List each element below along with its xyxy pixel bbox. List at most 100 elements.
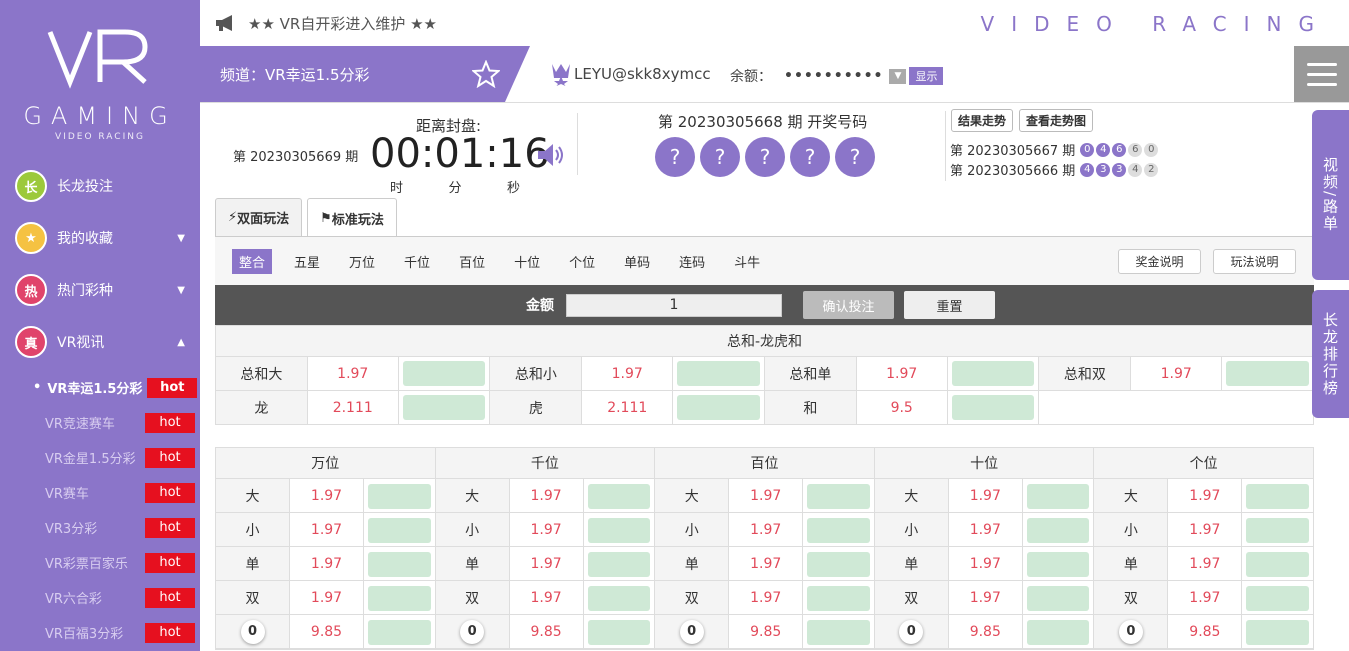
bet-input-cell[interactable] — [364, 479, 435, 512]
game-item[interactable]: VR3分彩 hot — [0, 510, 200, 545]
bet-input[interactable] — [951, 361, 1035, 386]
tab-double-side[interactable]: ⚡ 双面玩法 — [215, 198, 303, 236]
bet-input-cell[interactable] — [584, 479, 655, 512]
result-trend-button[interactable]: 结果走势 — [951, 109, 1014, 132]
bet-input[interactable] — [1026, 620, 1090, 645]
bet-input-cell[interactable] — [364, 581, 435, 614]
favorite-star-icon[interactable] — [472, 60, 500, 88]
bet-input[interactable] — [1246, 552, 1309, 577]
rules-button[interactable]: 玩法说明 — [1213, 249, 1296, 274]
subtab[interactable]: 万位 — [342, 249, 382, 274]
hamburger-menu-icon[interactable] — [1294, 46, 1349, 102]
bet-input-cell[interactable] — [1023, 479, 1094, 512]
bet-input-cell[interactable] — [1242, 581, 1313, 614]
menu-vr-video[interactable]: 真 VR视讯 ▲ — [0, 316, 200, 368]
bet-input-cell[interactable] — [584, 581, 655, 614]
bet-input-cell[interactable] — [1023, 581, 1094, 614]
bet-input-cell[interactable] — [803, 479, 874, 512]
bet-input-cell[interactable] — [1242, 547, 1313, 580]
bet-input-cell[interactable] — [364, 513, 435, 546]
game-item[interactable]: VR竞速赛车 hot — [0, 405, 200, 440]
bet-input[interactable] — [1026, 552, 1090, 577]
bet-input-cell[interactable] — [803, 615, 874, 648]
long-ranking-tab[interactable]: 长龙排行榜 — [1312, 290, 1349, 418]
bet-input-cell[interactable] — [364, 547, 435, 580]
bet-input-cell[interactable] — [1242, 513, 1313, 546]
bet-input[interactable] — [951, 395, 1035, 420]
bet-input[interactable] — [402, 361, 486, 386]
subtab[interactable]: 百位 — [452, 249, 492, 274]
bet-input[interactable] — [807, 552, 870, 577]
bet-input-cell[interactable] — [584, 547, 655, 580]
bet-input-cell[interactable] — [1242, 479, 1313, 512]
bet-input-cell[interactable] — [397, 390, 491, 425]
bet-input[interactable] — [368, 518, 431, 543]
bet-input[interactable] — [587, 586, 651, 611]
bet-input-cell[interactable] — [1023, 547, 1094, 580]
bet-input-cell[interactable] — [584, 513, 655, 546]
menu-long-bet[interactable]: 长长龙投注 — [0, 160, 200, 212]
subtab[interactable]: 千位 — [397, 249, 437, 274]
bet-input-cell[interactable] — [803, 513, 874, 546]
subtab[interactable]: 整合 — [232, 248, 273, 274]
bet-input[interactable] — [807, 518, 870, 543]
bet-input[interactable] — [1246, 518, 1309, 543]
subtab[interactable]: 十位 — [507, 249, 547, 274]
confirm-bet-button[interactable]: 确认投注 — [803, 291, 894, 319]
subtab[interactable]: 斗牛 — [727, 249, 767, 274]
bet-input-cell[interactable] — [1242, 615, 1313, 648]
bet-input-cell[interactable] — [946, 356, 1040, 391]
bet-input[interactable] — [807, 586, 870, 611]
bet-input[interactable] — [368, 586, 431, 611]
bet-input-cell[interactable] — [672, 390, 765, 425]
game-item[interactable]: VR幸运1.5分彩 hot — [0, 370, 200, 405]
bet-input[interactable] — [587, 518, 651, 543]
bet-input-cell[interactable] — [946, 390, 1040, 425]
bet-input-cell[interactable] — [803, 547, 874, 580]
bet-input[interactable] — [1246, 586, 1309, 611]
speaker-icon[interactable] — [536, 141, 566, 169]
bet-input-cell[interactable] — [364, 615, 435, 648]
bet-input[interactable] — [1246, 484, 1309, 509]
bet-input[interactable] — [1026, 518, 1090, 543]
subtab[interactable]: 单码 — [617, 249, 657, 274]
reset-button[interactable]: 重置 — [904, 291, 995, 319]
bet-input-cell[interactable] — [672, 356, 765, 391]
bet-input[interactable] — [587, 484, 651, 509]
bet-input[interactable] — [1026, 484, 1090, 509]
bet-input[interactable] — [1026, 586, 1090, 611]
game-item[interactable]: VR六合彩 hot — [0, 580, 200, 615]
bet-input-cell[interactable] — [803, 581, 874, 614]
bet-input[interactable] — [587, 620, 651, 645]
game-item[interactable]: VR赛车 hot — [0, 475, 200, 510]
bet-input[interactable] — [402, 395, 486, 420]
video-roadmap-tab[interactable]: 视频/路单 — [1312, 110, 1349, 280]
game-item[interactable]: VR百福3分彩 hot — [0, 615, 200, 650]
amount-input[interactable]: 1 — [566, 293, 782, 317]
bet-input[interactable] — [368, 620, 431, 645]
game-item[interactable]: VR彩票百家乐 hot — [0, 545, 200, 580]
bet-input[interactable] — [677, 395, 760, 420]
bet-input[interactable] — [807, 484, 870, 509]
bet-input[interactable] — [1226, 361, 1309, 386]
bet-input-cell[interactable] — [1221, 356, 1314, 391]
subtab[interactable]: 五星 — [287, 249, 327, 274]
prize-info-button[interactable]: 奖金说明 — [1118, 249, 1201, 274]
tab-standard[interactable]: ⚑ 标准玩法 — [307, 198, 397, 237]
trend-chart-button[interactable]: 查看走势图 — [1019, 109, 1094, 132]
bet-input[interactable] — [677, 361, 760, 386]
bet-input[interactable] — [368, 484, 431, 509]
bet-input-cell[interactable] — [1023, 615, 1094, 648]
subtab[interactable]: 连码 — [672, 249, 712, 274]
chevron-down-icon[interactable]: ▼ — [889, 68, 907, 84]
menu-favorites[interactable]: ★ 我的收藏 ▼ — [0, 212, 200, 264]
subtab[interactable]: 个位 — [562, 249, 602, 274]
menu-hot-games[interactable]: 热热门彩种 ▼ — [0, 264, 200, 316]
bet-input-cell[interactable] — [397, 356, 491, 391]
show-balance-button[interactable]: 显示 — [909, 67, 944, 85]
bet-input-cell[interactable] — [1023, 513, 1094, 546]
bet-input[interactable] — [587, 552, 651, 577]
bet-input[interactable] — [1246, 620, 1309, 645]
game-item[interactable]: VR金星1.5分彩 hot — [0, 440, 200, 475]
bet-input[interactable] — [368, 552, 431, 577]
